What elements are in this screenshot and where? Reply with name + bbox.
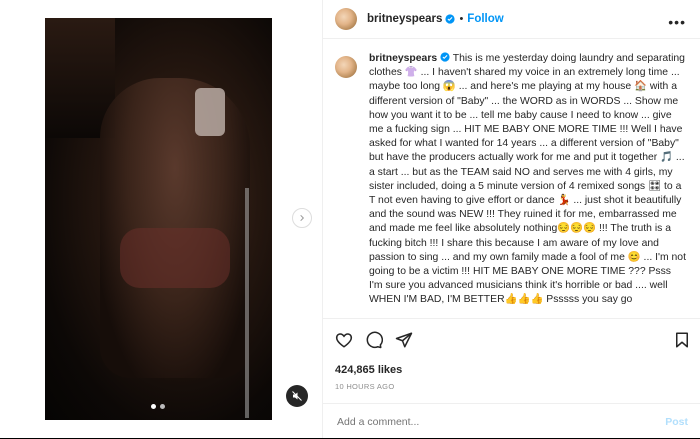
mute-icon <box>292 391 302 401</box>
carousel-dots <box>151 404 165 409</box>
post-modal: britneyspears • Follow ••• britneyspears… <box>0 0 700 438</box>
post-timestamp: 10 HOURS AGO <box>335 382 395 391</box>
caption-body: This is me yesterday doing laundry and s… <box>369 53 686 306</box>
next-button[interactable] <box>292 208 312 228</box>
follow-button[interactable]: Follow <box>467 13 503 25</box>
header-username[interactable]: britneyspears <box>367 13 442 25</box>
post-comment-button[interactable]: Post <box>665 416 688 428</box>
post-video[interactable] <box>45 18 272 420</box>
caption-username[interactable]: britneyspears <box>369 53 437 64</box>
carousel-dot-active <box>151 404 156 409</box>
action-bar <box>323 318 700 363</box>
verified-icon <box>445 14 456 24</box>
comment-icon[interactable] <box>365 331 383 349</box>
share-icon[interactable] <box>395 331 413 349</box>
separator-dot: • <box>459 13 464 25</box>
carousel-dot <box>160 404 165 409</box>
caption-section: britneyspears This is me yesterday doing… <box>335 52 691 314</box>
mute-button[interactable] <box>286 385 308 407</box>
post-details-panel: britneyspears • Follow ••• britneyspears… <box>322 0 700 438</box>
caption-avatar[interactable] <box>335 56 357 78</box>
video-phone <box>195 88 225 136</box>
video-pole <box>245 188 249 418</box>
media-area <box>0 0 322 438</box>
next-arrow-icon <box>300 214 305 222</box>
comment-input[interactable] <box>335 414 666 429</box>
heart-icon[interactable] <box>335 331 353 349</box>
bookmark-icon[interactable] <box>673 331 691 349</box>
caption-text-block: britneyspears This is me yesterday doing… <box>369 52 687 308</box>
verified-icon <box>440 52 450 62</box>
more-icon[interactable]: ••• <box>668 14 686 30</box>
comment-bar: Post <box>323 403 700 439</box>
post-header: britneyspears • Follow ••• <box>323 0 700 39</box>
likes-count[interactable]: 424,865 likes <box>335 364 402 376</box>
video-shirt <box>120 228 230 288</box>
avatar[interactable] <box>335 8 357 30</box>
